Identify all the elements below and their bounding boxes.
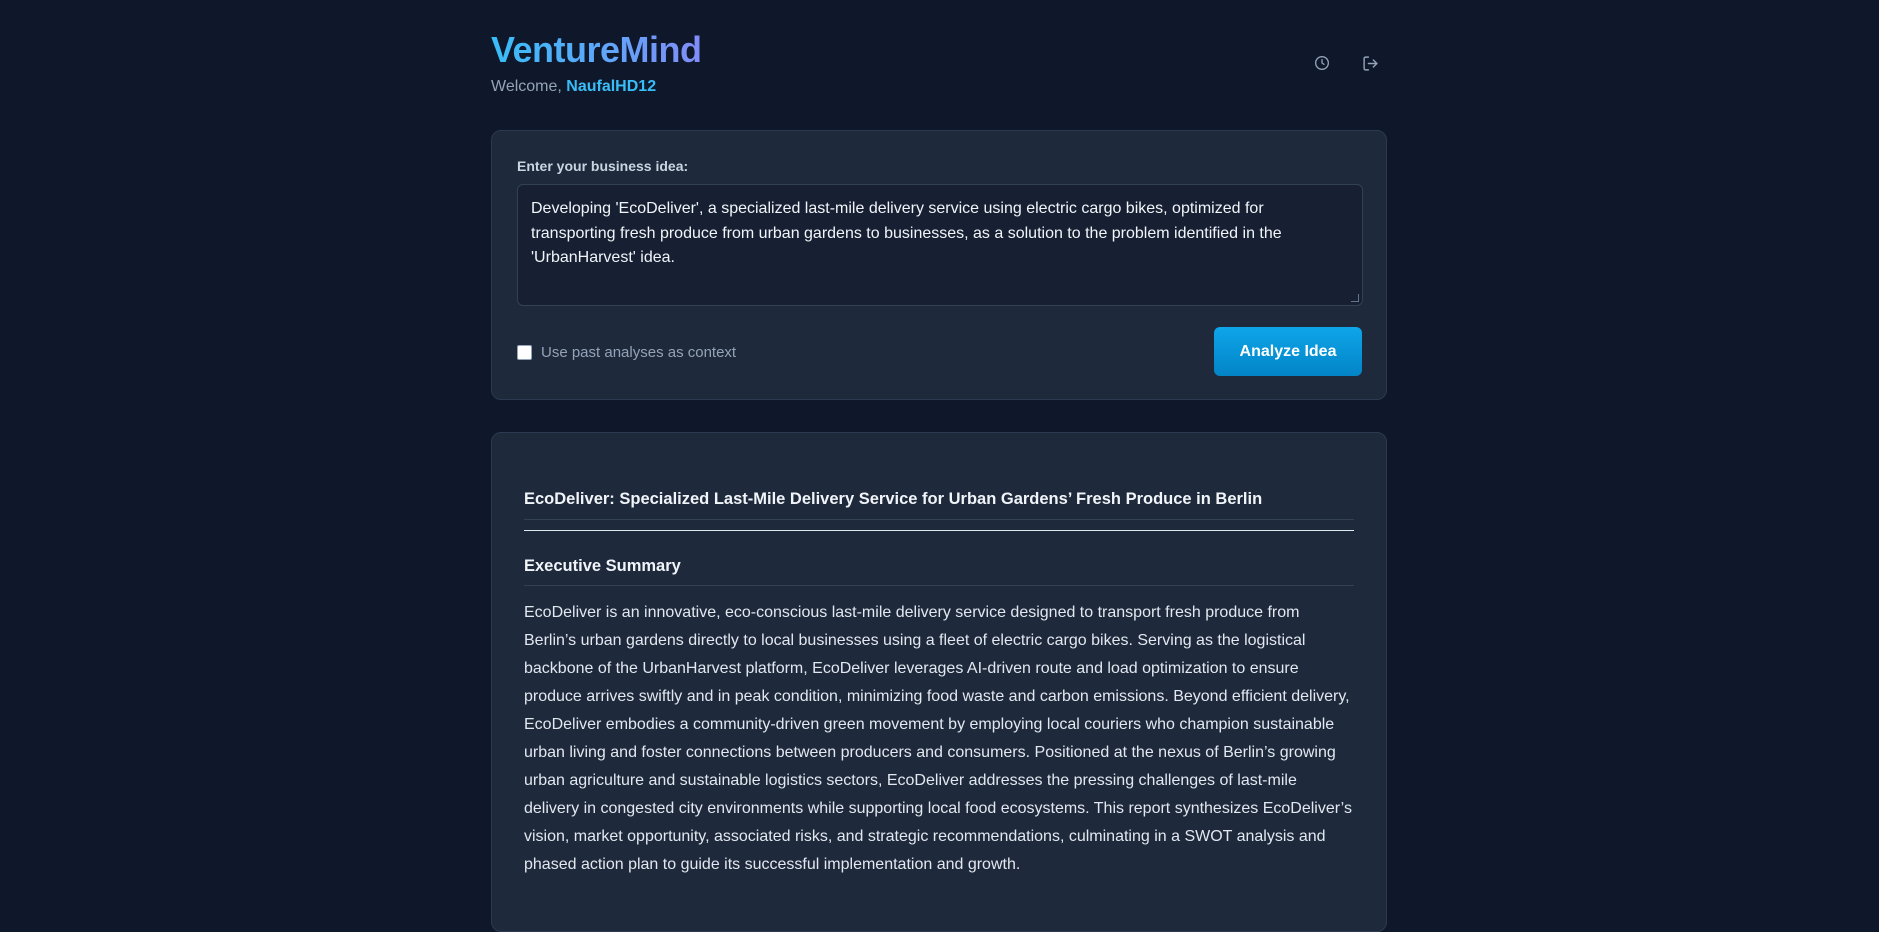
idea-input-label: Enter your business idea: <box>517 158 689 174</box>
idea-input-card: Enter your business idea: Developing 'Ec… <box>491 130 1387 400</box>
welcome-prefix: Welcome, <box>491 78 567 95</box>
idea-text: Developing 'EcoDeliver', a specialized l… <box>531 200 1282 266</box>
header: VentureMind Welcome, NaufalHD12 <box>491 0 1387 130</box>
resize-handle[interactable] <box>1351 294 1359 302</box>
idea-textarea[interactable]: Developing 'EcoDeliver', a specialized l… <box>517 184 1363 306</box>
welcome-message: Welcome, NaufalHD12 <box>491 77 656 97</box>
context-checkbox[interactable] <box>517 344 532 360</box>
divider <box>524 530 1354 531</box>
executive-summary-text: EcoDeliver is an innovative, eco-conscio… <box>524 604 1352 873</box>
app-container: VentureMind Welcome, NaufalHD12 Enter yo… <box>491 0 1387 932</box>
history-clock-icon <box>1315 56 1329 70</box>
analyze-idea-button[interactable]: Analyze Idea <box>1214 327 1362 376</box>
context-option: Use past analyses as context <box>517 343 736 361</box>
app-logo: VentureMind <box>491 29 702 70</box>
section-heading: Executive Summary <box>524 557 1354 586</box>
analysis-report-card: EcoDeliver: Specialized Last-Mile Delive… <box>491 432 1387 932</box>
logout-icon <box>1362 55 1378 71</box>
history-button[interactable] <box>1308 49 1336 77</box>
logout-button[interactable] <box>1356 49 1384 77</box>
username: NaufalHD12 <box>566 78 657 95</box>
report-title: EcoDeliver: Specialized Last-Mile Delive… <box>524 490 1354 520</box>
context-checkbox-label: Use past analyses as context <box>541 343 737 361</box>
